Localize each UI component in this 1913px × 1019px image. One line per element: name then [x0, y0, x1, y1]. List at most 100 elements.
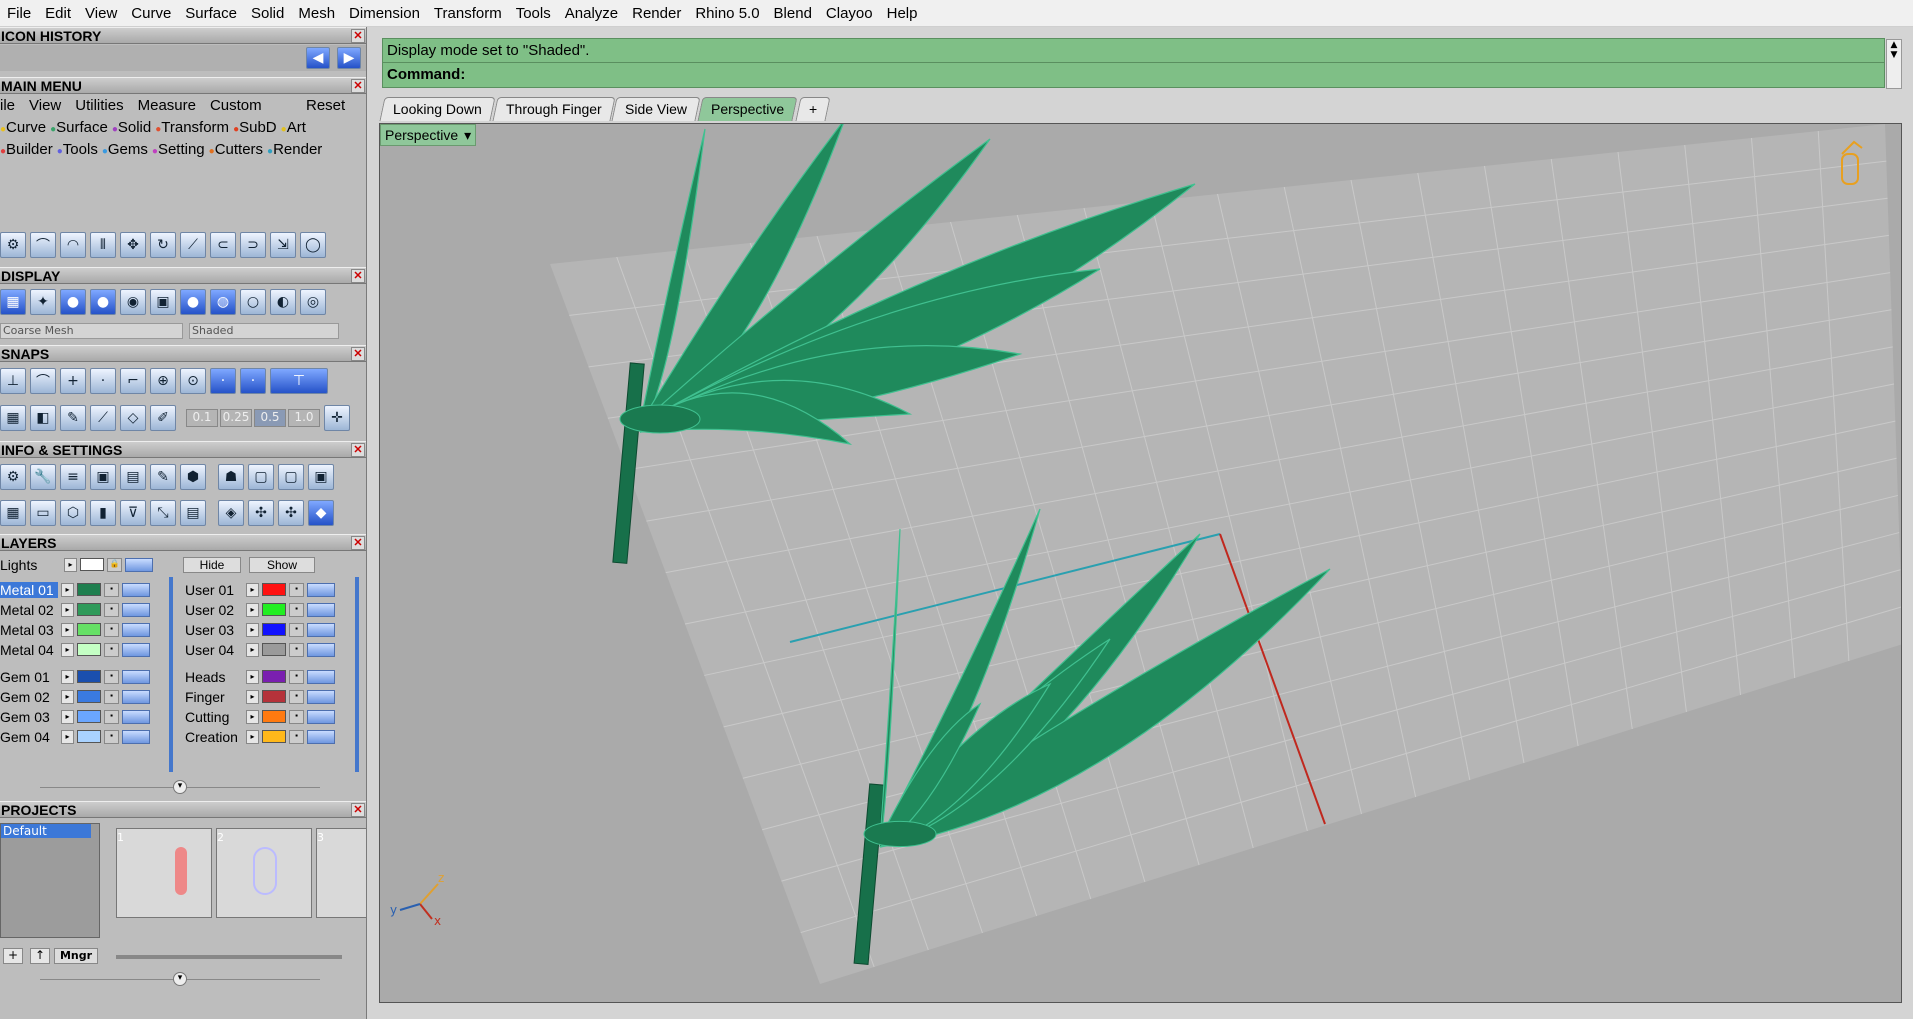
add-icon[interactable]: + [3, 948, 23, 964]
layer-row[interactable]: Metal 01 ▸ ▪ [0, 581, 150, 598]
glass-ball-icon[interactable]: ◎ [300, 289, 326, 315]
main-menu-item[interactable]: ●Art [281, 119, 306, 136]
visible-toggle[interactable] [307, 642, 335, 657]
visible-toggle[interactable] [122, 729, 150, 744]
menu-item[interactable]: Render [625, 5, 688, 22]
environment-icon[interactable]: ◉ [120, 289, 146, 315]
layer-color-swatch[interactable] [77, 730, 101, 743]
gem-icon[interactable]: ◇ [120, 405, 146, 431]
main-menu-tab[interactable]: Measure [138, 97, 196, 115]
menu-item[interactable]: View [78, 5, 124, 22]
crosshair-icon[interactable]: ✛ [324, 405, 350, 431]
snap-value-button[interactable]: 0.1 [186, 409, 218, 427]
layer-color-swatch[interactable] [262, 643, 286, 656]
camera-icon[interactable]: ▣ [150, 289, 176, 315]
main-menu-tab[interactable]: ile [0, 97, 15, 115]
edit-icon[interactable]: ✎ [150, 464, 176, 490]
viewport-tab[interactable]: Through Finger [492, 97, 616, 121]
solid-icon[interactable]: ▮ [90, 500, 116, 526]
expand-icon[interactable]: ▸ [246, 622, 259, 637]
layer-color-swatch[interactable] [77, 603, 101, 616]
visible-toggle[interactable] [307, 689, 335, 704]
main-menu-item[interactable]: ●SubD [233, 119, 277, 136]
lock-icon[interactable]: ▪ [289, 602, 304, 617]
collapse-icon[interactable]: ▾ [173, 972, 187, 986]
visible-toggle[interactable] [122, 582, 150, 597]
lock-icon[interactable]: ▪ [104, 642, 119, 657]
main-menu-item[interactable]: ●Setting [152, 141, 205, 158]
filter-icon[interactable]: ⊽ [120, 500, 146, 526]
close-icon[interactable]: ✕ [351, 269, 365, 283]
up-icon[interactable]: ↑ [30, 948, 50, 964]
tan-snap-icon[interactable]: · [210, 368, 236, 394]
close-box-icon[interactable]: ▣ [308, 464, 334, 490]
visible-toggle[interactable] [122, 622, 150, 637]
visible-toggle[interactable] [307, 669, 335, 684]
grid-snap-icon[interactable]: ▦ [0, 405, 26, 431]
main-menu-item[interactable]: ●Curve [0, 119, 46, 136]
expand-icon[interactable]: ▸ [246, 602, 259, 617]
project-thumb-2[interactable]: 2 [216, 828, 312, 918]
layer-color-swatch[interactable] [262, 623, 286, 636]
array-icon[interactable]: ⟋ [180, 232, 206, 258]
mngr-button[interactable]: Mngr [54, 948, 98, 964]
ortho-icon[interactable]: ⊤ [270, 368, 328, 394]
layer-row[interactable]: Gem 03 ▸ ▪ [0, 708, 150, 725]
expand-icon[interactable]: ▸ [246, 642, 259, 657]
expand-icon[interactable]: ▸ [246, 709, 259, 724]
lock-icon[interactable]: ▪ [289, 582, 304, 597]
expand-icon[interactable]: ▸ [246, 689, 259, 704]
lock-icon[interactable]: ▪ [289, 729, 304, 744]
expand-icon[interactable]: ▸ [61, 622, 74, 637]
lock-icon[interactable]: ▪ [104, 622, 119, 637]
ring-icon[interactable]: ◯ [300, 232, 326, 258]
expand-icon[interactable]: ▸ [246, 582, 259, 597]
layer-color-swatch[interactable] [77, 710, 101, 723]
lock-icon[interactable]: ▪ [289, 622, 304, 637]
snap-value-button[interactable]: 0.5 [254, 409, 286, 427]
menu-item[interactable]: Clayoo [819, 5, 880, 22]
main-menu-tab[interactable]: View [29, 97, 61, 115]
rotate-icon[interactable]: ↻ [150, 232, 176, 258]
document-icon[interactable]: ▤ [120, 464, 146, 490]
perspective-viewport[interactable]: x y z Perspective ▾ [379, 123, 1902, 1003]
close-icon[interactable]: ✕ [351, 79, 365, 93]
layer-color-swatch[interactable] [77, 583, 101, 596]
expand-icon[interactable]: ▸ [64, 557, 77, 572]
main-menu-tab[interactable]: Custom [210, 97, 262, 115]
layer-color-swatch[interactable] [77, 623, 101, 636]
visible-toggle[interactable] [307, 582, 335, 597]
expand-icon[interactable]: ▸ [61, 709, 74, 724]
expand-icon[interactable]: ▸ [61, 602, 74, 617]
sphere-icon[interactable]: ● [60, 289, 86, 315]
move-icon[interactable]: ✥ [120, 232, 146, 258]
project-item[interactable]: Default [1, 824, 91, 838]
ring-tool-icon[interactable]: ◈ [218, 500, 244, 526]
layer-color-swatch[interactable] [77, 643, 101, 656]
grid-icon[interactable]: ▦ [0, 289, 26, 315]
transform-icon[interactable]: ✣ [248, 500, 274, 526]
visible-toggle[interactable] [122, 669, 150, 684]
layer-row[interactable]: User 04 ▸ ▪ [185, 641, 335, 658]
pen-icon[interactable]: ✎ [60, 405, 86, 431]
lock-icon[interactable]: ▪ [289, 709, 304, 724]
tool-icon[interactable]: ✐ [150, 405, 176, 431]
expand-icon[interactable]: ▸ [61, 582, 74, 597]
forward-arrow-icon[interactable]: ▶ [337, 47, 361, 69]
layer-color-swatch[interactable] [262, 603, 286, 616]
box-icon[interactable]: ▣ [90, 464, 116, 490]
mid-snap-icon[interactable]: · [90, 368, 116, 394]
gem-tool-icon[interactable]: ◆ [308, 500, 334, 526]
layer-row[interactable]: Finger ▸ ▪ [185, 688, 335, 705]
close-icon[interactable]: ✕ [351, 443, 365, 457]
layer-color-swatch[interactable] [262, 583, 286, 596]
render-sphere-icon[interactable]: ● [90, 289, 116, 315]
viewport-tab[interactable]: Looking Down [379, 97, 496, 121]
wire-cube-icon[interactable]: ⬡ [60, 500, 86, 526]
cen-snap-icon[interactable]: ⌐ [120, 368, 146, 394]
lock-icon[interactable]: ▪ [104, 602, 119, 617]
mirror-icon[interactable]: ⫴ [90, 232, 116, 258]
dropdown-arrow-icon[interactable]: ▾ [464, 125, 471, 145]
layers-scrollbar[interactable] [169, 577, 173, 772]
main-menu-item[interactable]: ●Solid [112, 119, 151, 136]
